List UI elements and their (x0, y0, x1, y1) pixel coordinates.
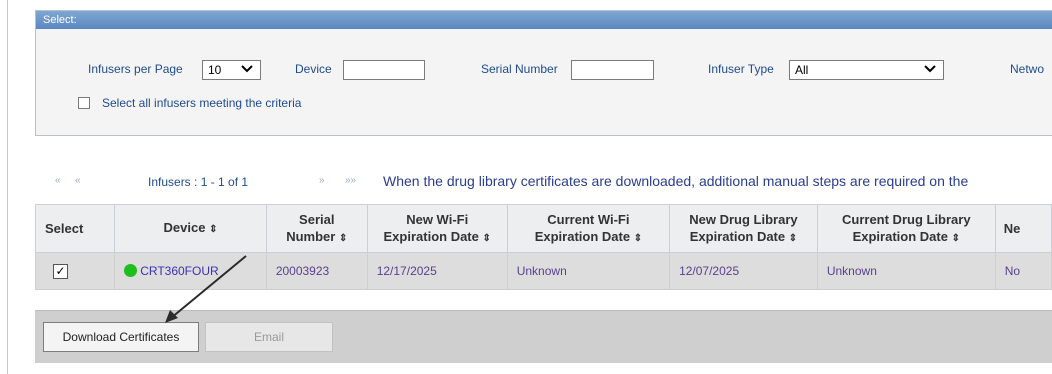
sort-icon: ⇕ (788, 232, 798, 244)
sort-icon: ⇕ (951, 232, 960, 244)
download-certificates-button[interactable]: Download Certificates (43, 322, 199, 352)
column-header-current-drug-lib-exp[interactable]: Current Drug Library Expiration Date ⇕ (816, 204, 996, 253)
sort-icon: ⇕ (482, 232, 491, 244)
column-header-current-wifi-exp[interactable]: Current Wi-Fi Expiration Date ⇕ (506, 204, 671, 253)
device-input[interactable] (343, 60, 425, 80)
pager-last-button[interactable]: »» (345, 175, 356, 186)
infuser-type-select[interactable]: All (789, 60, 944, 80)
current-wifi-exp-cell: Unknown (506, 252, 671, 290)
status-online-icon (124, 264, 138, 277)
infuser-type-label: Infuser Type (708, 62, 774, 76)
infuser-table: Select Device ⇕ Serial Number ⇕ New Wi-Fi… (34, 204, 1052, 290)
column-header-new-wifi-exp[interactable]: New Wi-Fi Expiration Date ⇕ (366, 204, 508, 253)
column-header-device[interactable]: Device ⇕ (114, 204, 267, 253)
new-wifi-exp-cell: 12/17/2025 (366, 252, 508, 290)
notice-text: When the drug library certificates are d… (383, 173, 969, 189)
left-divider (7, 0, 8, 374)
row-checkbox[interactable]: ✓ (53, 263, 68, 279)
column-header-new-drug-lib-exp[interactable]: New Drug Library Expiration Date ⇕ (669, 204, 818, 253)
infusers-per-page-select[interactable]: 10 (202, 60, 261, 80)
column-header-serial-number[interactable]: Serial Number ⇕ (265, 204, 368, 253)
pager-prev-button[interactable]: « (75, 175, 81, 186)
pager-next-button[interactable]: » (319, 175, 325, 186)
current-drug-lib-exp-cell: Unknown (816, 252, 996, 290)
column-header-select: Select (34, 204, 116, 253)
table-row[interactable]: ✓ CRT360FOUR 20003923 12/17/2025 Unknown… (34, 252, 1052, 290)
ne-cell: No (994, 252, 1052, 290)
chevron-down-icon (241, 65, 253, 73)
row-select-cell[interactable]: ✓ (34, 252, 116, 290)
column-header-ne[interactable]: Ne (994, 204, 1052, 253)
action-bar: Download Certificates Email (35, 310, 1052, 363)
new-drug-lib-exp-cell: 12/07/2025 (669, 252, 818, 290)
pager-summary: Infusers : 1 - 1 of 1 (148, 175, 249, 189)
infuser-type-value: All (795, 63, 809, 77)
serial-number-label: Serial Number (481, 62, 558, 76)
email-button[interactable]: Email (205, 322, 333, 352)
select-all-checkbox[interactable] (78, 97, 90, 109)
device-link[interactable]: CRT360FOUR (140, 264, 218, 278)
select-all-label: Select all infusers meeting the criteria (102, 96, 302, 110)
sort-icon: ⇕ (338, 232, 348, 244)
device-label: Device (295, 62, 332, 76)
table-header-row: Select Device ⇕ Serial Number ⇕ New Wi-Fi… (34, 204, 1052, 253)
table-spacer (35, 292, 1052, 310)
sort-icon: ⇕ (209, 224, 218, 235)
infusers-per-page-value: 10 (208, 63, 222, 77)
chevron-down-icon (924, 65, 936, 73)
sort-icon: ⇕ (633, 232, 643, 244)
filter-panel-title: Select: (36, 11, 1052, 29)
network-label: Netwo (1010, 62, 1045, 76)
pager-first-button[interactable]: « (55, 175, 61, 186)
infusers-per-page-label: Infusers per Page (88, 62, 183, 76)
serial-number-cell: 20003923 (265, 252, 368, 290)
serial-number-input[interactable] (571, 60, 654, 80)
device-cell[interactable]: CRT360FOUR (114, 252, 267, 290)
